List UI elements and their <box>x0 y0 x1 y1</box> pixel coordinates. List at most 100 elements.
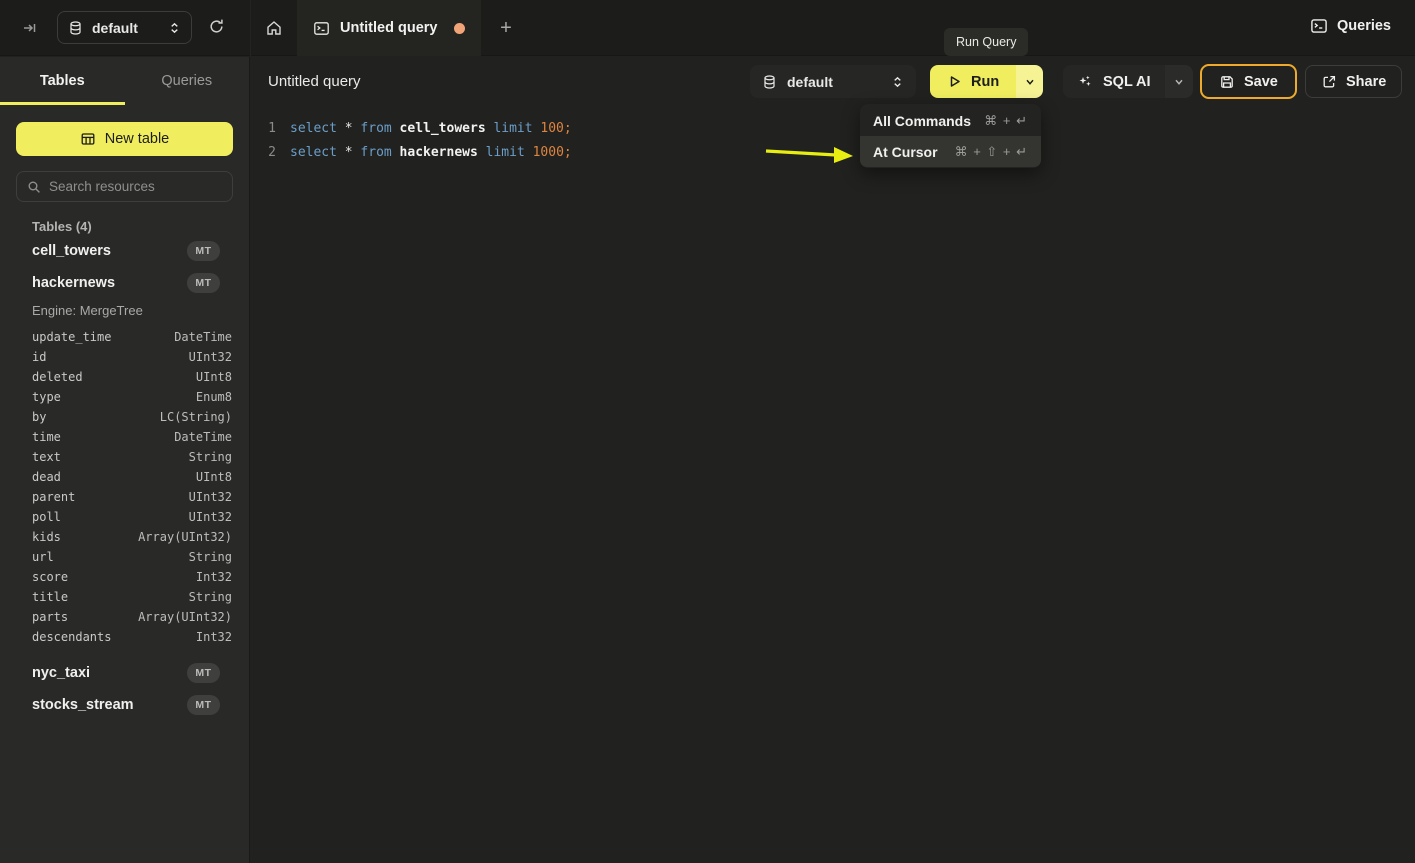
engine-badge: MT <box>187 273 220 293</box>
search-input[interactable] <box>49 179 222 194</box>
column-row: deletedUInt8 <box>0 367 249 387</box>
run-options-button[interactable] <box>1016 65 1043 98</box>
column-type: Array(UInt32) <box>138 610 232 624</box>
toolbar-database-value: default <box>787 74 881 90</box>
sql-keyword: select <box>290 121 337 136</box>
engine-badge: MT <box>187 695 220 715</box>
table-row-cell-towers[interactable]: cell_towers MT <box>0 235 249 267</box>
column-type: Array(UInt32) <box>138 530 232 544</box>
column-name: dead <box>32 470 196 484</box>
sql-semicolon: ; <box>564 145 572 160</box>
code-content: select*fromcell_towerslimit100; <box>290 121 572 136</box>
column-type: LC(String) <box>160 410 232 424</box>
refresh-icon[interactable] <box>208 18 225 35</box>
share-button[interactable]: Share <box>1305 65 1402 98</box>
column-name: title <box>32 590 189 604</box>
sql-ai-button[interactable]: SQL AI <box>1063 65 1165 98</box>
table-name: hackernews <box>32 275 187 291</box>
engine-badge: MT <box>187 663 220 683</box>
column-type: UInt32 <box>189 510 232 524</box>
column-name: time <box>32 430 174 444</box>
queries-icon <box>1310 17 1328 35</box>
sql-keyword: select <box>290 145 337 160</box>
sql-number: 1000 <box>533 145 564 160</box>
menu-item-at-cursor[interactable]: At Cursor ⌘ + ⇧ + ↵ <box>860 136 1041 167</box>
share-button-label: Share <box>1346 74 1386 90</box>
line-number: 1 <box>250 121 276 136</box>
sql-keyword: from <box>360 121 391 136</box>
sql-ai-options-button[interactable] <box>1165 65 1193 98</box>
column-type: Int32 <box>196 630 232 644</box>
query-tab[interactable]: Untitled query <box>297 0 481 56</box>
new-tab-button[interactable]: + <box>490 0 522 56</box>
column-row: partsArray(UInt32) <box>0 607 249 627</box>
query-title: Untitled query <box>268 73 361 90</box>
column-type: String <box>189 590 232 604</box>
queries-button[interactable]: Queries <box>1310 17 1391 35</box>
column-row: pollUInt32 <box>0 507 249 527</box>
column-name: type <box>32 390 196 404</box>
table-grid-icon <box>80 131 96 147</box>
terminal-icon <box>313 20 330 37</box>
sql-editor[interactable]: 1 select*fromcell_towerslimit100; 2 sele… <box>250 108 1415 863</box>
column-name: id <box>32 350 189 364</box>
column-type: UInt8 <box>196 470 232 484</box>
database-icon <box>762 74 777 90</box>
new-table-label: New table <box>105 131 169 147</box>
collapse-sidebar-icon[interactable] <box>22 20 38 36</box>
home-tab[interactable] <box>250 0 297 56</box>
column-row: byLC(String) <box>0 407 249 427</box>
column-name: poll <box>32 510 189 524</box>
column-row: deadUInt8 <box>0 467 249 487</box>
column-list: update_timeDateTime idUInt32 deletedUInt… <box>0 327 249 647</box>
menu-item-shortcut: ⌘ + ⇧ + ↵ <box>955 144 1028 160</box>
column-row: descendantsInt32 <box>0 627 249 647</box>
sql-keyword: limit <box>486 145 525 160</box>
column-row: urlString <box>0 547 249 567</box>
table-row-stocks-stream[interactable]: stocks_stream MT <box>0 689 249 721</box>
database-icon <box>68 20 83 36</box>
menu-item-label: At Cursor <box>873 144 938 160</box>
column-type: Enum8 <box>196 390 232 404</box>
column-row: textString <box>0 447 249 467</box>
menu-item-all-commands[interactable]: All Commands ⌘ + ↵ <box>860 105 1041 136</box>
chevron-down-icon <box>1024 76 1036 88</box>
table-row-hackernews[interactable]: hackernews MT <box>0 267 249 299</box>
save-icon <box>1219 74 1235 90</box>
column-row: update_timeDateTime <box>0 327 249 347</box>
new-table-button[interactable]: New table <box>16 122 233 156</box>
sql-table-name: hackernews <box>400 145 478 160</box>
sidebar-tab-queries[interactable]: Queries <box>125 57 250 105</box>
search-box <box>16 171 233 202</box>
column-name: text <box>32 450 189 464</box>
play-icon <box>947 74 962 89</box>
save-button[interactable]: Save <box>1200 64 1297 99</box>
column-type: DateTime <box>174 330 232 344</box>
share-icon <box>1321 74 1337 90</box>
run-button-label: Run <box>971 74 999 90</box>
save-button-label: Save <box>1244 74 1278 90</box>
column-row: idUInt32 <box>0 347 249 367</box>
topbar-database-value: default <box>92 20 159 36</box>
table-name: cell_towers <box>32 243 187 259</box>
search-icon <box>27 180 41 194</box>
sql-workbench-app: default Unti <box>0 0 1415 863</box>
toolbar-database-selector[interactable]: default <box>750 65 916 98</box>
topbar-database-selector[interactable]: default <box>57 11 192 44</box>
column-name: parent <box>32 490 189 504</box>
run-split-button: Run <box>930 65 1043 98</box>
sidebar-tab-tables[interactable]: Tables <box>0 57 125 105</box>
home-icon <box>265 19 283 37</box>
engine-badge: MT <box>187 241 220 261</box>
query-toolbar: Untitled query default Ru <box>250 57 1415 108</box>
unsaved-changes-dot <box>454 23 465 34</box>
queries-button-label: Queries <box>1337 18 1391 34</box>
code-line-1: 1 select*fromcell_towerslimit100; <box>250 116 1415 140</box>
run-button[interactable]: Run <box>930 65 1016 98</box>
code-content: select*fromhackernewslimit1000; <box>290 145 572 160</box>
line-number: 2 <box>250 145 276 160</box>
tables-section-label: Tables (4) <box>0 219 249 235</box>
sparkles-icon <box>1077 74 1093 90</box>
column-name: kids <box>32 530 138 544</box>
table-row-nyc-taxi[interactable]: nyc_taxi MT <box>0 657 249 689</box>
